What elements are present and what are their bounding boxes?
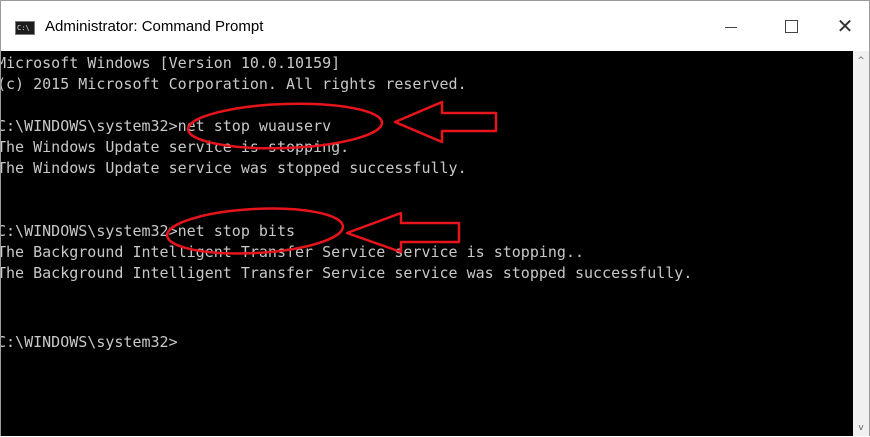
console-line: The Windows Update service is stopping. xyxy=(1,138,350,156)
scroll-down-arrow-icon[interactable]: v xyxy=(853,420,869,436)
console-output[interactable]: Microsoft Windows [Version 10.0.10159] (… xyxy=(1,51,853,436)
window-title: Administrator: Command Prompt xyxy=(45,18,264,35)
maximize-icon xyxy=(784,19,798,33)
console-line: Microsoft Windows [Version 10.0.10159] xyxy=(1,54,341,72)
command-prompt-window: C:\ Administrator: Command Prompt ✕ Micr… xyxy=(0,0,870,436)
command-prompt-app-icon[interactable]: C:\ xyxy=(15,21,35,35)
console-line: The Background Intelligent Transfer Serv… xyxy=(1,243,584,261)
minimize-icon xyxy=(725,26,737,28)
console-line: The Windows Update service was stopped s… xyxy=(1,159,467,177)
vertical-scrollbar[interactable]: ^ v xyxy=(853,51,869,436)
console-line: C:\WINDOWS\system32>net stop bits xyxy=(1,222,296,240)
console-line: (c) 2015 Microsoft Corporation. All righ… xyxy=(1,75,467,93)
scroll-track[interactable] xyxy=(856,73,866,413)
console-line: The Background Intelligent Transfer Serv… xyxy=(1,264,693,282)
title-bar[interactable]: C:\ Administrator: Command Prompt ✕ xyxy=(1,1,869,51)
console-line: C:\WINDOWS\system32>net stop wuauserv xyxy=(1,117,332,135)
scroll-up-arrow-icon[interactable]: ^ xyxy=(853,53,869,69)
close-icon: ✕ xyxy=(836,14,854,38)
console-prompt-line: C:\WINDOWS\system32> xyxy=(1,333,178,351)
maximize-button[interactable] xyxy=(761,1,821,51)
close-button[interactable]: ✕ xyxy=(821,1,869,51)
minimize-button[interactable] xyxy=(701,1,761,51)
